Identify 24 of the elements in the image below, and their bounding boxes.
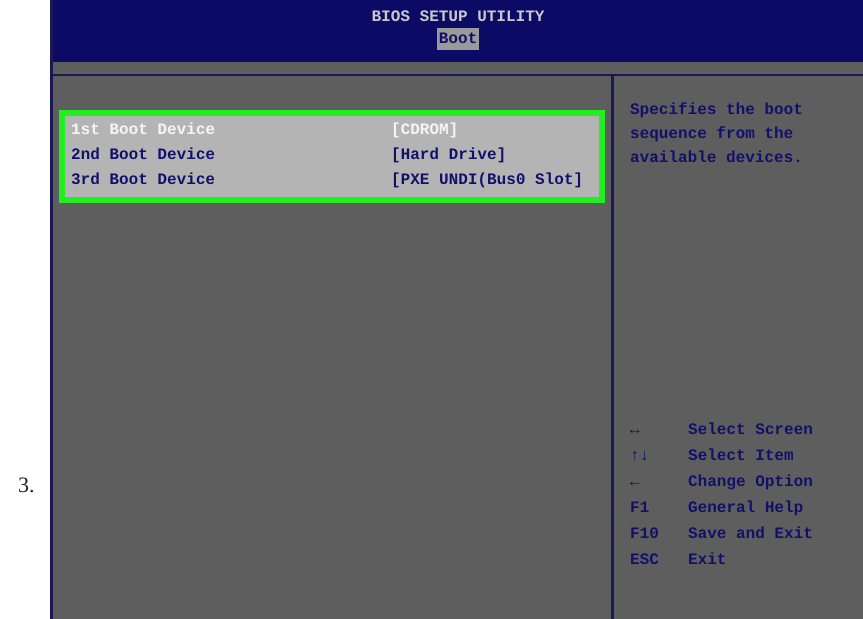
key-action: Select Screen xyxy=(688,420,813,441)
tab[interactable]: Boot xyxy=(436,28,480,50)
option-value: [Hard Drive] xyxy=(391,145,506,166)
option-label: 1st Boot Device xyxy=(71,120,216,141)
option-label: 3rd Boot Device xyxy=(71,170,216,191)
key-label: ← xyxy=(630,472,641,493)
step-number: 3. xyxy=(18,474,34,496)
help-text: Specifies the boot sequence from the available devices. xyxy=(630,100,804,169)
key-action: General Help xyxy=(688,498,804,519)
key-label: ↑↓ xyxy=(630,446,650,467)
option-label: 2nd Boot Device xyxy=(71,145,216,166)
key-label: F10 xyxy=(630,524,660,545)
boot-option-row[interactable]: 2nd Boot Device [Hard Drive] xyxy=(71,143,599,168)
key-label: ↔ xyxy=(630,420,641,441)
option-value: [PXE UNDI(Bus0 Slot] xyxy=(391,170,584,191)
key-label: F1 xyxy=(630,498,650,519)
window-title: BIOS SETUP UTILITY xyxy=(372,7,544,28)
option-value: [CDROM] xyxy=(391,120,458,141)
key-action: Save and Exit xyxy=(688,524,813,545)
key-action: Select Item xyxy=(688,446,794,467)
key-label: ESC xyxy=(630,550,660,571)
key-action: Change Option xyxy=(688,472,813,493)
key-action: Exit xyxy=(688,550,726,571)
boot-option-row[interactable]: 3rd Boot Device [PXE UNDI(Bus0 Slot] xyxy=(71,168,599,193)
